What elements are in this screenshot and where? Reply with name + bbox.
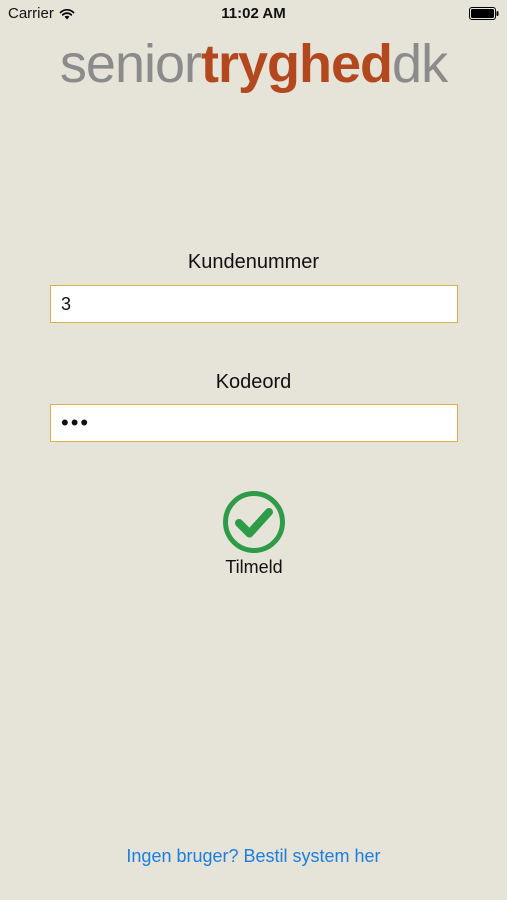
password-label: Kodeord	[215, 371, 292, 393]
submit-button[interactable]: Tilmeld	[203, 490, 305, 584]
logo-part-tryghed: tryghed	[201, 34, 393, 94]
battery-icon	[469, 7, 499, 20]
customer-number-input[interactable]	[50, 285, 458, 323]
customer-number-label: Kundenummer	[187, 251, 320, 273]
status-bar: Carrier 11:02 AM	[0, 0, 507, 28]
order-system-link[interactable]: Ingen bruger? Bestil system her	[0, 846, 507, 867]
status-time: 11:02 AM	[221, 5, 286, 22]
submit-label: Tilmeld	[225, 557, 283, 577]
logo-part-senior: senior	[59, 34, 202, 94]
check-circle-icon	[223, 491, 285, 553]
app-logo: seniortrygheddk	[0, 32, 507, 96]
logo-part-dk: dk	[392, 34, 448, 94]
password-input[interactable]	[50, 404, 458, 442]
